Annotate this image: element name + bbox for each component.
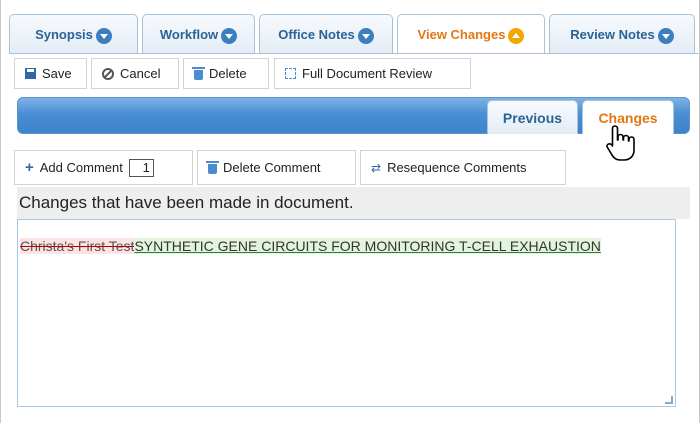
cancel-icon	[102, 67, 114, 80]
trash-icon	[206, 160, 219, 174]
cancel-button-label: Cancel	[120, 66, 161, 81]
resequence-comments-button[interactable]: ⇄ Resequence Comments	[360, 150, 566, 185]
tab-previous[interactable]: Previous	[487, 100, 578, 134]
tab-divider	[9, 53, 699, 54]
delete-button[interactable]: Delete	[183, 58, 269, 89]
tab-office-notes-label: Office Notes	[278, 27, 355, 42]
chevron-down-icon	[95, 27, 112, 44]
delete-comment-button[interactable]: Delete Comment	[197, 150, 356, 185]
save-button[interactable]: Save	[14, 58, 87, 89]
tab-view-changes[interactable]: View Changes	[397, 14, 545, 54]
tab-synopsis[interactable]: Synopsis	[9, 14, 138, 54]
add-comment-button[interactable]: + Add Comment 1	[14, 150, 193, 185]
chevron-down-icon	[657, 27, 674, 44]
tab-previous-label: Previous	[502, 109, 563, 126]
resize-handle[interactable]	[665, 396, 673, 404]
cancel-button[interactable]: Cancel	[91, 58, 179, 89]
expand-icon	[285, 68, 296, 79]
changes-heading: Changes that have been made in document.	[17, 187, 690, 219]
delete-button-label: Delete	[209, 66, 247, 81]
tab-view-changes-label: View Changes	[417, 27, 506, 42]
add-comment-label: Add Comment	[39, 160, 123, 175]
resequence-comments-label: Resequence Comments	[387, 160, 527, 175]
comment-counter-field[interactable]: 1	[128, 158, 154, 177]
chevron-down-icon	[357, 27, 374, 44]
deleted-text: Christa's First Test	[20, 238, 135, 254]
delete-comment-label: Delete Comment	[223, 160, 321, 175]
view-changes-panel: Synopsis Workflow Office Notes View Chan…	[0, 0, 700, 423]
chevron-down-icon	[221, 27, 238, 44]
tab-office-notes[interactable]: Office Notes	[259, 14, 393, 54]
full-document-review-label: Full Document Review	[302, 66, 433, 81]
inserted-text: SYNTHETIC GENE CIRCUITS FOR MONITORING T…	[134, 238, 601, 254]
changes-heading-text: Changes that have been made in document.	[19, 193, 354, 212]
tab-review-notes-label: Review Notes	[570, 27, 655, 42]
save-icon	[25, 68, 36, 79]
trash-icon	[192, 66, 205, 80]
resequence-icon: ⇄	[371, 160, 382, 175]
plus-icon: +	[25, 159, 34, 176]
full-document-review-button[interactable]: Full Document Review	[274, 58, 471, 89]
hand-cursor-icon	[606, 125, 635, 161]
save-button-label: Save	[42, 66, 72, 81]
tab-synopsis-label: Synopsis	[35, 27, 93, 42]
tab-review-notes[interactable]: Review Notes	[549, 14, 695, 54]
chevron-up-icon	[508, 27, 525, 44]
changes-textarea[interactable]: Christa's First TestSYNTHETIC GENE CIRCU…	[17, 219, 676, 407]
tab-workflow-label: Workflow	[159, 27, 219, 42]
tab-strip: Synopsis Workflow Office Notes View Chan…	[9, 14, 699, 54]
tab-workflow[interactable]: Workflow	[142, 14, 255, 54]
